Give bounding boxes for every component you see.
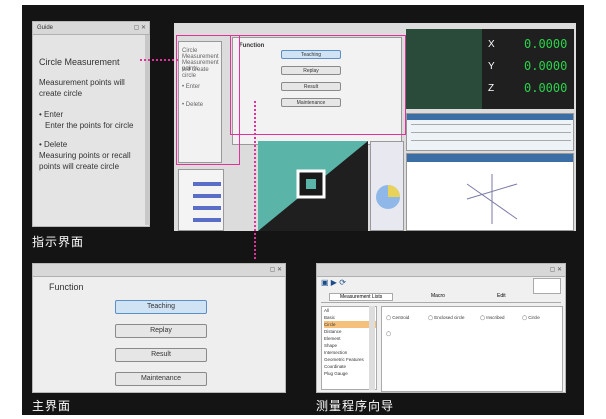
dro-z-value: 0.0000 [524, 81, 568, 95]
guide-title: Guide [37, 25, 54, 31]
results-table-window [406, 113, 574, 151]
tab-measurement-lists[interactable]: Measurement Lists [329, 293, 394, 301]
connector-function [254, 101, 256, 259]
guide-bullet-delete: • Delete Measuring points or recall poin… [39, 140, 131, 171]
dro-y-label: Y [488, 61, 495, 72]
status-window [178, 169, 224, 231]
guide-heading: Circle Measurement [39, 57, 120, 67]
wizard-tabs: Measurement Lists Macro Edit [321, 292, 561, 303]
guide-scrollbar[interactable] [145, 35, 150, 225]
tab-macro[interactable]: Macro [431, 293, 445, 299]
main-function-label: Function [49, 282, 84, 292]
replay-button[interactable]: Replay [115, 324, 207, 338]
camera-view [258, 141, 368, 231]
wizard-toolbar: ▣ ▶ ⟳ [321, 278, 346, 287]
item-enclosed-circle[interactable]: ◯ Enclosed circle [428, 315, 465, 321]
guide-titlebar: Guide ▢ ✕ [33, 22, 149, 35]
dro-z-label: Z [488, 83, 495, 94]
guide-panel: Guide ▢ ✕ Circle Measurement Measurement… [32, 21, 150, 227]
camera-image [258, 141, 368, 231]
guide-bullet-delete-body: Measuring points or recall points will c… [39, 151, 131, 171]
highlight-function-box [230, 35, 406, 135]
item-extra[interactable]: ◯ [386, 331, 391, 337]
save-icon[interactable]: ▣ [321, 278, 329, 287]
item-centroid[interactable]: ◯ Centroid [386, 315, 409, 321]
guide-description: Measurement points will create circle [39, 78, 125, 98]
dro-side-toolbar [406, 29, 482, 109]
screenshot-collage: Guide ▢ ✕ Circle Measurement Measurement… [22, 5, 584, 415]
dro-panel: X 0.0000 Y 0.0000 Z 0.0000 [406, 29, 574, 109]
tab-edit[interactable]: Edit [497, 293, 506, 299]
window-buttons[interactable]: ▢ ✕ [270, 266, 282, 274]
circle-icon: ◯ [386, 331, 392, 336]
connector-guide [140, 59, 178, 61]
tool-panel [370, 141, 404, 231]
wizard-scrollbar[interactable] [369, 306, 375, 390]
guide-bullet-enter: • Enter Enter the points for circle [39, 110, 134, 130]
main-panel: ▢ ✕ Function Teaching Replay Result Main… [32, 263, 286, 393]
items-area: ◯ Centroid ◯ Enclosed circle ◯ Inscribed… [381, 306, 563, 392]
graphic-view [406, 153, 574, 231]
window-buttons[interactable]: ▢ ✕ [134, 24, 146, 32]
guide-bullet-enter-body: Enter the points for circle [45, 121, 134, 130]
result-button[interactable]: Result [115, 348, 207, 362]
dro-x-label: X [488, 39, 495, 50]
dro-y-value: 0.0000 [524, 59, 568, 73]
window-buttons[interactable]: ▢ ✕ [550, 266, 562, 274]
caption-main: 主界面 [32, 399, 72, 413]
wizard-panel: ▢ ✕ ▣ ▶ ⟳ Measurement Lists Macro Edit A… [316, 263, 566, 393]
dro-x-value: 0.0000 [524, 37, 568, 51]
play-icon[interactable]: ▶ [331, 278, 337, 287]
wizard-titlebar: ▢ ✕ [317, 264, 565, 277]
maintenance-button[interactable]: Maintenance [115, 372, 207, 386]
item-inscribed[interactable]: ◯ Inscribed [480, 315, 505, 321]
refresh-icon[interactable]: ⟳ [339, 278, 346, 287]
item-circle[interactable]: ◯ Circle [522, 315, 540, 321]
caption-wizard: 测量程序向导 [316, 399, 395, 413]
caption-guide: 指示界面 [32, 235, 85, 249]
main-titlebar: ▢ ✕ [33, 264, 285, 277]
teaching-button[interactable]: Teaching [115, 300, 207, 314]
